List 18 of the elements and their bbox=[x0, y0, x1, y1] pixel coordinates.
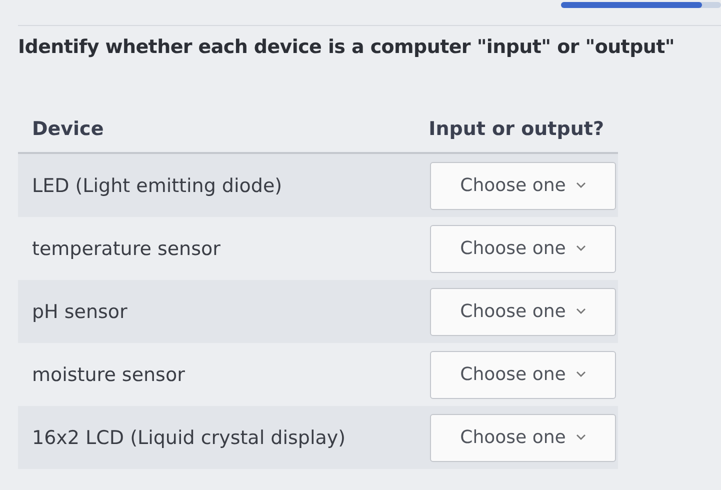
answer-dropdown[interactable]: Choose one bbox=[430, 414, 616, 462]
chevron-down-icon bbox=[576, 182, 586, 189]
chevron-down-icon bbox=[576, 371, 586, 378]
column-header: Input or output? bbox=[428, 118, 604, 140]
answer-dropdown[interactable]: Choose one bbox=[430, 162, 616, 210]
device-name: moisture sensor bbox=[32, 364, 185, 386]
question-text: Identify whether each device is a computer "input" or "output" bbox=[18, 36, 676, 58]
device-name: temperature sensor bbox=[32, 238, 220, 260]
answer-dropdown[interactable]: Choose one bbox=[430, 350, 616, 398]
chevron-down-icon bbox=[576, 308, 586, 315]
device-name: LED (Light emitting diode) bbox=[32, 174, 282, 196]
column-header: Device bbox=[32, 118, 104, 140]
answer-dropdown[interactable]: Choose one bbox=[430, 288, 616, 336]
device-name: 16x2 LCD (Liquid crystal display) bbox=[32, 426, 346, 448]
device-name: pH sensor bbox=[32, 300, 128, 322]
chevron-down-icon bbox=[576, 245, 586, 252]
answer-dropdown[interactable]: Choose one bbox=[430, 224, 616, 272]
chevron-down-icon bbox=[576, 434, 586, 441]
